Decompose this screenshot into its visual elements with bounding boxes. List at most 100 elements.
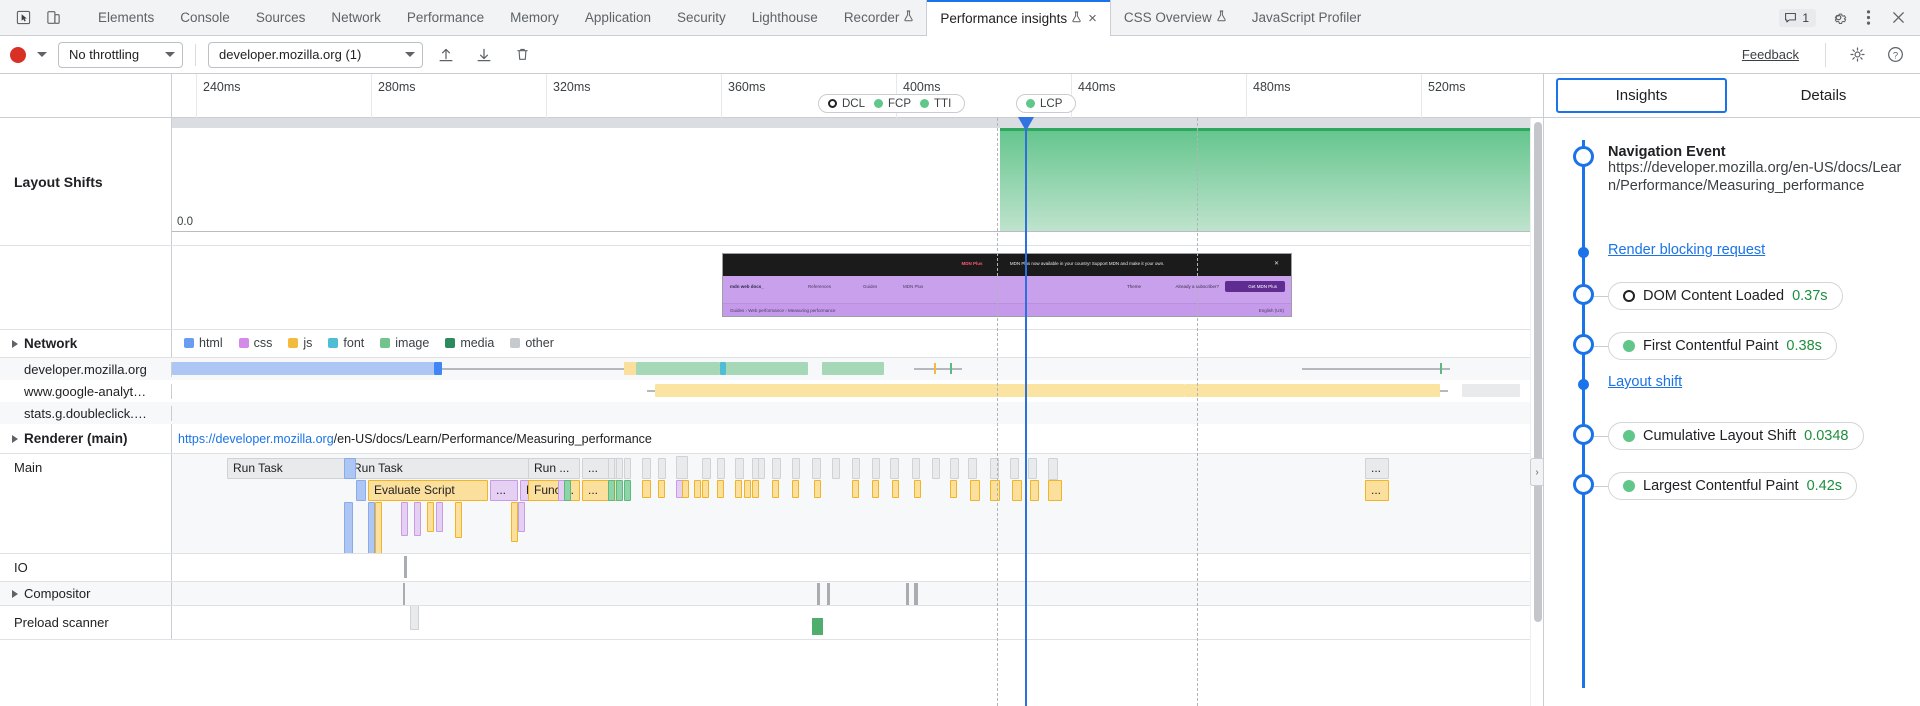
flame-block-micro[interactable]: [564, 480, 571, 501]
track-main[interactable]: Main Run TaskRun TaskRun ......Evaluate …: [0, 454, 1543, 554]
track-layout-shifts[interactable]: Layout Shifts 0.0: [0, 118, 1543, 246]
flame-block-micro[interactable]: [658, 458, 666, 479]
io-event[interactable]: [404, 556, 407, 578]
target-select[interactable]: developer.mozilla.org (1): [208, 42, 423, 68]
insight-item[interactable]: Render blocking request: [1544, 242, 1920, 258]
flame-block-micro[interactable]: [414, 502, 421, 536]
flame-block[interactable]: Run ...: [528, 458, 580, 479]
download-profile-icon[interactable]: [469, 42, 499, 68]
renderer-group-label[interactable]: Renderer (main): [0, 424, 172, 453]
flame-block[interactable]: Funct...: [528, 480, 580, 501]
flame-block-micro[interactable]: [950, 458, 959, 479]
timeline-playhead[interactable]: [1025, 118, 1027, 706]
sidepanel-tab-details[interactable]: Details: [1739, 79, 1908, 112]
insight-link[interactable]: Render blocking request: [1608, 242, 1765, 258]
preload-paint-event[interactable]: [812, 618, 823, 635]
timeline-marker-chip[interactable]: LCP: [1016, 94, 1076, 113]
flame-block-micro[interactable]: [702, 480, 709, 498]
insight-item[interactable]: DOM Content Loaded0.37s: [1544, 282, 1920, 310]
flame-block-micro[interactable]: [455, 502, 462, 538]
flame-block-micro[interactable]: [658, 480, 665, 498]
upload-profile-icon[interactable]: [431, 42, 461, 68]
tab-security[interactable]: Security: [664, 0, 739, 35]
insight-metric-chip[interactable]: DOM Content Loaded0.37s: [1608, 282, 1843, 310]
flame-block-micro[interactable]: [642, 480, 651, 498]
waterfall-bar[interactable]: [1185, 384, 1440, 397]
tab-console[interactable]: Console: [167, 0, 243, 35]
flame-block-micro[interactable]: [772, 480, 779, 498]
flame-block[interactable]: ...: [1365, 480, 1389, 501]
flame-block-micro[interactable]: [518, 502, 525, 532]
help-icon[interactable]: ?: [1880, 42, 1910, 68]
insight-item[interactable]: Largest Contentful Paint0.42s: [1544, 472, 1920, 500]
flame-block-micro[interactable]: [427, 502, 434, 532]
compositor-event[interactable]: [914, 583, 918, 605]
tab-performance[interactable]: Performance: [394, 0, 497, 35]
flame-block[interactable]: Evaluate Script: [368, 480, 488, 501]
flame-block-micro[interactable]: [676, 456, 688, 479]
timeline-ruler[interactable]: 240ms280ms320ms360ms400ms440ms480ms520ms…: [0, 74, 1543, 118]
network-request-row[interactable]: developer.mozilla.org: [0, 358, 1543, 380]
compositor-event[interactable]: [906, 583, 909, 605]
layout-shift-region[interactable]: [1000, 128, 1543, 231]
tab-elements[interactable]: Elements: [85, 0, 167, 35]
flame-block-micro[interactable]: [356, 480, 366, 501]
page-screenshot-thumbnail[interactable]: MDN Plus MDN Plus now available in your …: [722, 253, 1292, 317]
insight-metric-chip[interactable]: Cumulative Layout Shift0.0348: [1608, 422, 1864, 450]
flame-block-micro[interactable]: [682, 480, 689, 498]
waterfall-bar[interactable]: [1462, 384, 1520, 397]
tab-memory[interactable]: Memory: [497, 0, 572, 35]
record-button[interactable]: [10, 47, 26, 63]
flame-block-micro[interactable]: [852, 458, 860, 479]
tab-recorder[interactable]: Recorder: [831, 0, 927, 35]
throttling-select[interactable]: No throttling: [58, 42, 183, 68]
compositor-label[interactable]: Compositor: [0, 582, 172, 605]
preload-event[interactable]: [410, 606, 419, 630]
flame-block-micro[interactable]: [1048, 458, 1058, 480]
insight-item[interactable]: Cumulative Layout Shift0.0348: [1544, 422, 1920, 450]
settings-gear-icon[interactable]: [1824, 5, 1852, 31]
flame-block-micro[interactable]: [616, 480, 623, 501]
delete-recording-icon[interactable]: [507, 42, 537, 68]
waterfall-bar[interactable]: [636, 362, 720, 375]
sidepanel-tab-insights[interactable]: Insights: [1556, 78, 1727, 113]
flame-block-micro[interactable]: [702, 458, 711, 479]
waterfall-bar[interactable]: [655, 384, 1185, 397]
flame-block-micro[interactable]: [1048, 480, 1062, 501]
timeline-scrollbar-thumb[interactable]: [1534, 122, 1542, 622]
waterfall-bar[interactable]: [172, 362, 434, 375]
flame-block-micro[interactable]: [890, 458, 899, 479]
track-io[interactable]: IO: [0, 554, 1543, 582]
inspect-element-icon[interactable]: [10, 6, 36, 30]
flame-block-micro[interactable]: [1030, 480, 1039, 501]
device-toolbar-icon[interactable]: [40, 6, 66, 30]
track-network-header[interactable]: Network htmlcssjsfontimagemediaother: [0, 330, 1543, 358]
flame-block-micro[interactable]: [642, 458, 651, 479]
capture-settings-gear-icon[interactable]: [1842, 42, 1872, 68]
flame-block-micro[interactable]: [852, 480, 859, 498]
flame-block-micro[interactable]: [694, 480, 701, 498]
close-devtools-icon[interactable]: [1884, 5, 1912, 31]
message-count-badge[interactable]: 1: [1779, 9, 1816, 27]
flame-block-micro[interactable]: [772, 458, 781, 479]
record-options-chevron-down-icon[interactable]: [34, 45, 50, 65]
timeline-marker-chip[interactable]: DCLFCPTTI: [818, 94, 965, 113]
network-group-label[interactable]: Network: [0, 330, 172, 357]
waterfall-bar[interactable]: [726, 362, 808, 375]
flame-block-micro[interactable]: [616, 458, 623, 479]
more-options-icon[interactable]: [1854, 5, 1882, 31]
flame-block-micro[interactable]: [812, 458, 821, 479]
insight-item[interactable]: Layout shift: [1544, 374, 1920, 390]
flame-block-micro[interactable]: [872, 480, 879, 498]
flame-block-micro[interactable]: [344, 458, 356, 479]
flame-block-micro[interactable]: [717, 458, 725, 479]
insight-metric-chip[interactable]: First Contentful Paint0.38s: [1608, 332, 1837, 360]
flame-block-micro[interactable]: [792, 480, 799, 498]
flame-block-micro[interactable]: [990, 480, 1000, 501]
network-request-row[interactable]: www.google-analyt…: [0, 380, 1543, 402]
flame-block-micro[interactable]: [968, 458, 977, 479]
tab-javascript-profiler[interactable]: JavaScript Profiler: [1239, 0, 1375, 35]
tab-performance-insights[interactable]: Performance insights×: [926, 0, 1111, 36]
flame-block-micro[interactable]: [624, 458, 631, 479]
flame-block[interactable]: ...: [1365, 458, 1389, 479]
